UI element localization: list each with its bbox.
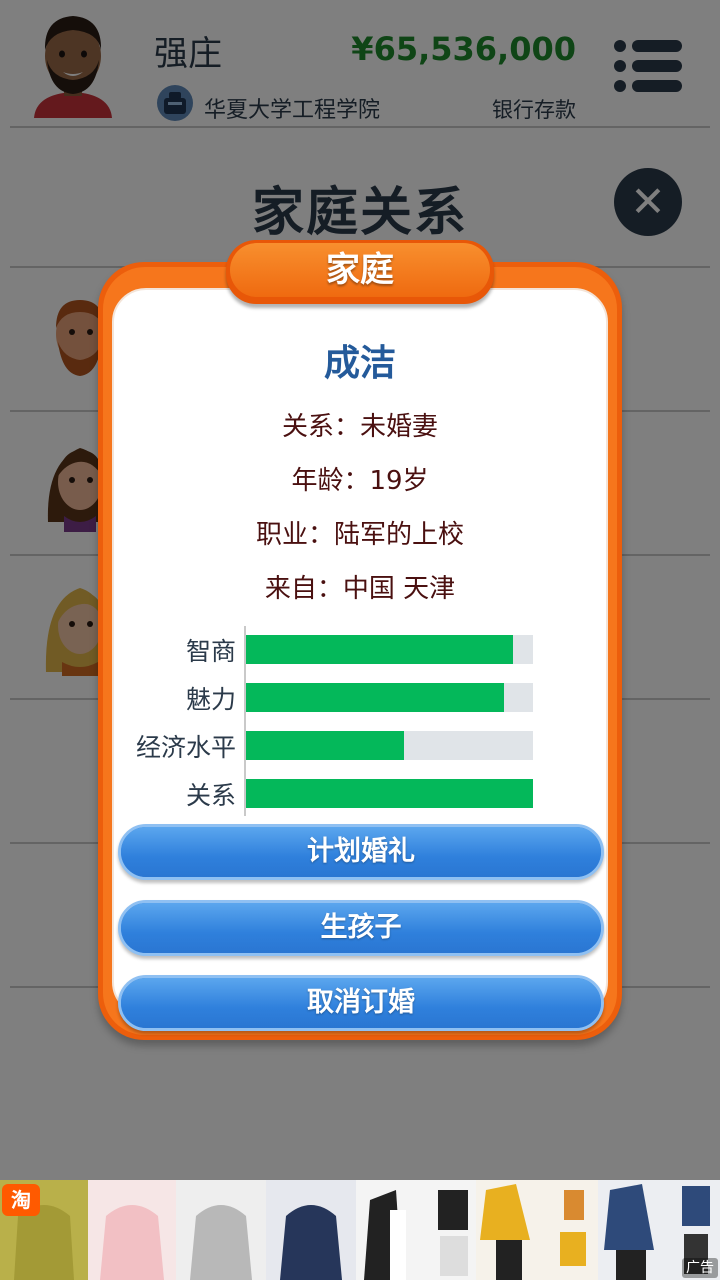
info-occupation: 职业：陆军的上校 <box>255 520 464 550</box>
taobao-logo: 淘 <box>2 1184 40 1216</box>
stat-label-charm: 魅力 <box>185 685 236 714</box>
stat-fill-relationship <box>246 779 533 808</box>
info-origin: 来自：中国 天津 <box>264 574 456 604</box>
stat-label-relationship: 关系 <box>185 781 236 810</box>
ad-product-image[interactable] <box>356 1180 476 1280</box>
ad-label: 广告 <box>682 1258 718 1278</box>
person-name: 成洁 <box>323 343 396 384</box>
info-age: 年龄：19岁 <box>291 466 429 496</box>
info-relationship: 关系：未婚妻 <box>281 412 438 442</box>
stat-fill-charm <box>246 683 505 712</box>
stat-bar-charm <box>246 683 533 712</box>
cancel-engagement-label: 取消订婚 <box>307 987 415 1018</box>
stat-bar-wealth <box>246 731 533 760</box>
stat-label-iq: 智商 <box>185 637 236 666</box>
stat-label-wealth: 经济水平 <box>135 733 236 762</box>
ad-product-image[interactable] <box>176 1180 266 1280</box>
ad-product-image[interactable] <box>266 1180 356 1280</box>
dialog-title-ribbon: 家庭 <box>226 240 494 304</box>
stat-bar-iq <box>246 635 533 664</box>
plan-wedding-label: 计划婚礼 <box>307 836 415 867</box>
dialog-title: 家庭 <box>326 250 394 290</box>
plan-wedding-button[interactable]: 计划婚礼 <box>118 824 604 880</box>
stat-bar-relationship <box>246 779 533 808</box>
ad-banner[interactable]: 淘 广告 <box>0 1180 720 1280</box>
have-child-label: 生孩子 <box>320 912 402 943</box>
have-child-button[interactable]: 生孩子 <box>118 900 604 956</box>
ad-product-image[interactable] <box>476 1180 598 1280</box>
cancel-engagement-button[interactable]: 取消订婚 <box>118 975 604 1031</box>
ad-product-image[interactable] <box>88 1180 176 1280</box>
stat-fill-iq <box>246 635 513 664</box>
stat-fill-wealth <box>246 731 404 760</box>
